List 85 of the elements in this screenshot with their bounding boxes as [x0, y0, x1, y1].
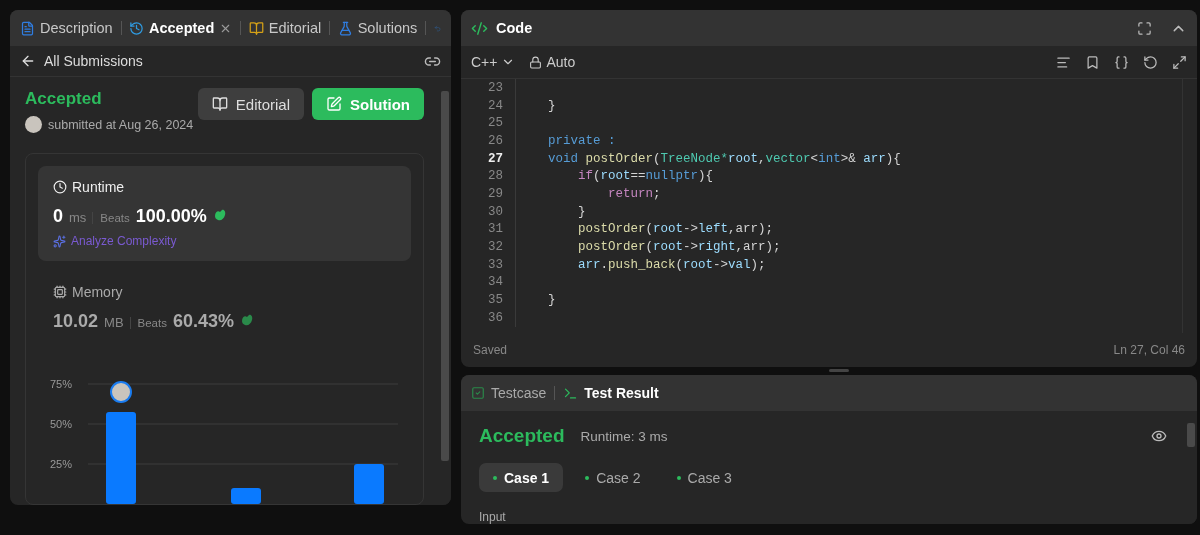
line-number: 33	[487, 257, 503, 272]
expand-icon[interactable]	[1172, 54, 1187, 70]
tab[interactable]: Accepted	[129, 20, 233, 36]
fullscreen-icon[interactable]	[1137, 20, 1152, 36]
axis-label: 50%	[50, 418, 73, 430]
code-line: void postOrder(TreeNode*root,vector<int>& arr){	[547, 151, 901, 166]
lock-icon	[529, 55, 543, 69]
reset-icon[interactable]	[1143, 54, 1158, 70]
tab[interactable]: Description	[20, 20, 113, 36]
result-status: Accepted	[479, 425, 565, 447]
edit-icon	[326, 96, 342, 112]
line-number: 27	[487, 151, 503, 166]
chip-icon	[53, 285, 67, 299]
avatar	[25, 116, 42, 133]
save-status: Saved	[473, 343, 508, 357]
beats-label: Beats	[92, 212, 130, 224]
auto-mode-toggle[interactable]: Auto	[529, 54, 576, 70]
sparkle-icon	[53, 234, 66, 248]
line-number: 30	[487, 204, 503, 219]
language-dropdown[interactable]: C++	[471, 54, 516, 70]
tab[interactable]: Editorial	[248, 20, 322, 36]
code-line: arr.push_back(root->val);	[577, 257, 766, 272]
tab[interactable]: Test Result	[563, 385, 659, 401]
back-link[interactable]: All Submissions	[20, 53, 143, 69]
stat-unit: MB	[104, 315, 124, 330]
line-number: 34	[487, 275, 503, 290]
chart-bar	[354, 464, 384, 504]
code-line: }	[547, 98, 556, 113]
bookmark-icon[interactable]	[1085, 54, 1100, 70]
code-line: postOrder(root->left,arr);	[577, 222, 774, 237]
code-line: }	[547, 293, 556, 308]
line-number: 28	[487, 169, 503, 184]
line-number: 29	[487, 186, 503, 201]
checkbox-icon	[471, 386, 485, 400]
beats-percent: 60.43%	[172, 311, 235, 332]
stat-title: Runtime	[72, 179, 125, 195]
code-line: if(root==nullptr){	[577, 169, 714, 184]
format-icon[interactable]	[1056, 54, 1071, 70]
chart-bar	[231, 488, 261, 504]
axis-label: 75%	[50, 378, 73, 390]
resize-handle[interactable]	[829, 369, 849, 372]
line-number: 25	[487, 116, 503, 131]
code-line: private :	[547, 133, 616, 148]
flask-icon	[337, 20, 353, 36]
cursor-position: Ln 27, Col 46	[1113, 343, 1185, 357]
runtime-text: Runtime: 3 ms	[580, 428, 668, 444]
line-number: 36	[487, 310, 503, 325]
line-number: 35	[487, 293, 503, 308]
braces-icon[interactable]	[1114, 54, 1129, 70]
line-number: 31	[487, 222, 503, 237]
clock-icon	[53, 180, 67, 194]
history-icon	[129, 20, 144, 36]
stat-value: 0	[53, 206, 63, 227]
editorial-button[interactable]: Editorial	[197, 88, 304, 120]
book-icon	[248, 20, 264, 36]
terminal-icon	[563, 385, 579, 401]
book-icon	[211, 96, 228, 112]
stat-panel[interactable]: Runtime 0 ms Beats 100.00% Analyze Complexity	[38, 166, 411, 261]
stat-title: Memory	[72, 284, 123, 300]
input-label: Input	[479, 510, 507, 524]
tab[interactable]: Testcase	[471, 385, 547, 401]
document-icon	[20, 20, 35, 36]
stat-value: 10.02	[53, 311, 99, 332]
beats-percent: 100.00%	[135, 206, 207, 227]
beats-label: Beats	[129, 317, 167, 329]
submission-status: Accepted	[25, 89, 103, 109]
line-number: 26	[487, 133, 503, 148]
case-tab[interactable]: Case 2	[571, 463, 655, 492]
case-tab[interactable]: Case 3	[662, 463, 746, 492]
avatar	[110, 381, 132, 403]
submission-date: submitted at Aug 26, 2024	[48, 117, 194, 132]
code-line: return;	[607, 186, 661, 201]
axis-label: 25%	[50, 458, 73, 470]
line-number: 24	[487, 98, 503, 113]
stat-unit: ms	[69, 210, 87, 225]
line-number: 23	[487, 80, 503, 95]
tab[interactable]: Solutions	[337, 20, 418, 36]
eye-icon[interactable]	[1151, 428, 1167, 444]
stat-panel[interactable]: Memory 10.02 MB Beats 60.43%	[38, 271, 411, 345]
case-tab[interactable]: Case 1	[479, 463, 564, 492]
panel-title: Code	[496, 20, 533, 36]
line-number: 32	[487, 240, 503, 255]
code-icon	[471, 19, 488, 37]
code-line: }	[577, 204, 586, 219]
code-line: postOrder(root->right,arr);	[577, 240, 781, 255]
